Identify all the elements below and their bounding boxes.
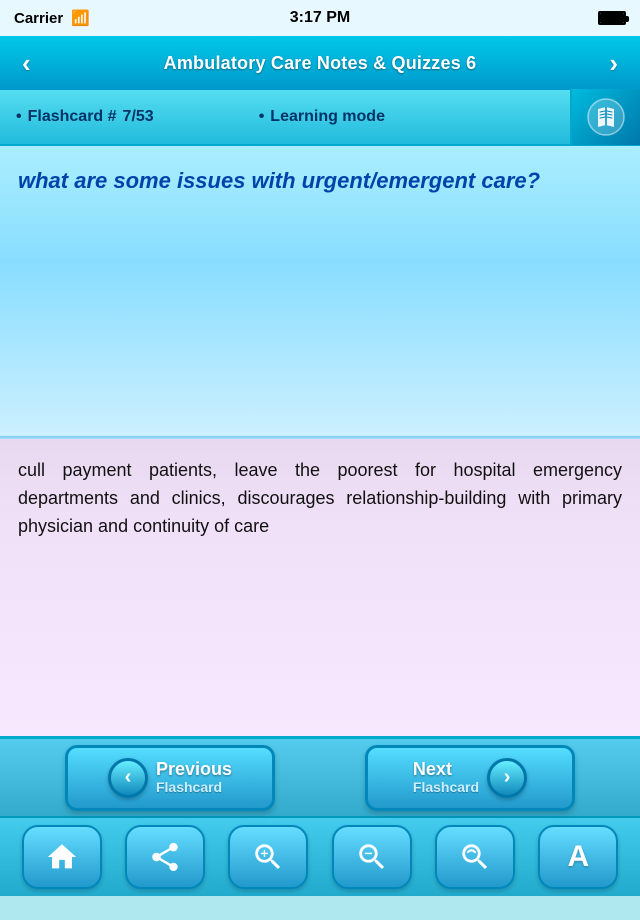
flashcard-num: 7/53 — [123, 108, 154, 126]
book-icon-container — [570, 89, 640, 145]
prev-label: Previous — [156, 760, 232, 780]
answer-area: cull payment patients, leave the poorest… — [0, 439, 640, 736]
carrier-label: Carrier 📶 — [14, 9, 90, 27]
next-sub-label: Flashcard — [413, 779, 479, 795]
bottom-navigation: ‹ Previous Flashcard Next Flashcard › — [0, 736, 640, 816]
next-flashcard-button[interactable]: Next Flashcard › — [365, 745, 575, 811]
question-text: what are some issues with urgent/emergen… — [18, 166, 622, 196]
flashcard-label: Flashcard # — [28, 108, 117, 126]
font-button[interactable]: A — [538, 825, 618, 889]
next-button-text: Next Flashcard — [413, 760, 479, 796]
learning-mode: • Learning mode — [259, 108, 465, 126]
learning-mode-label: Learning mode — [270, 108, 385, 126]
home-button[interactable] — [22, 825, 102, 889]
wifi-icon: 📶 — [71, 10, 90, 27]
nav-title: Ambulatory Care Notes & Quizzes 6 — [39, 53, 602, 74]
status-bar: Carrier 📶 3:17 PM — [0, 0, 640, 36]
share-icon — [148, 840, 182, 874]
zoom-in-icon — [251, 840, 285, 874]
question-area: what are some issues with urgent/emergen… — [0, 146, 640, 436]
search-button[interactable] — [435, 825, 515, 889]
toolbar: A — [0, 816, 640, 896]
prev-flashcard-button[interactable]: ‹ Previous Flashcard — [65, 745, 275, 811]
dot-right: • — [259, 108, 265, 126]
zoom-in-button[interactable] — [228, 825, 308, 889]
nav-forward-arrow[interactable]: › — [601, 44, 626, 83]
book-icon — [586, 97, 626, 137]
zoom-out-icon — [355, 840, 389, 874]
prev-arrow-icon: ‹ — [108, 758, 148, 798]
time-display: 3:17 PM — [290, 9, 350, 27]
home-icon — [45, 840, 79, 874]
nav-bar: ‹ Ambulatory Care Notes & Quizzes 6 › — [0, 36, 640, 90]
main-content: what are some issues with urgent/emergen… — [0, 146, 640, 736]
font-icon: A — [567, 840, 589, 874]
info-bar: • Flashcard # 7/53 • Learning mode — [0, 90, 640, 146]
search-icon — [458, 840, 492, 874]
zoom-out-button[interactable] — [332, 825, 412, 889]
next-arrow-icon: › — [487, 758, 527, 798]
dot-left: • — [16, 108, 22, 126]
next-label: Next — [413, 760, 452, 780]
prev-sub-label: Flashcard — [156, 779, 222, 795]
flashcard-counter: • Flashcard # 7/53 — [16, 108, 154, 126]
share-button[interactable] — [125, 825, 205, 889]
answer-text: cull payment patients, leave the poorest… — [18, 457, 622, 541]
nav-back-arrow[interactable]: ‹ — [14, 44, 39, 83]
battery-indicator — [598, 11, 626, 25]
prev-button-text: Previous Flashcard — [156, 760, 232, 796]
